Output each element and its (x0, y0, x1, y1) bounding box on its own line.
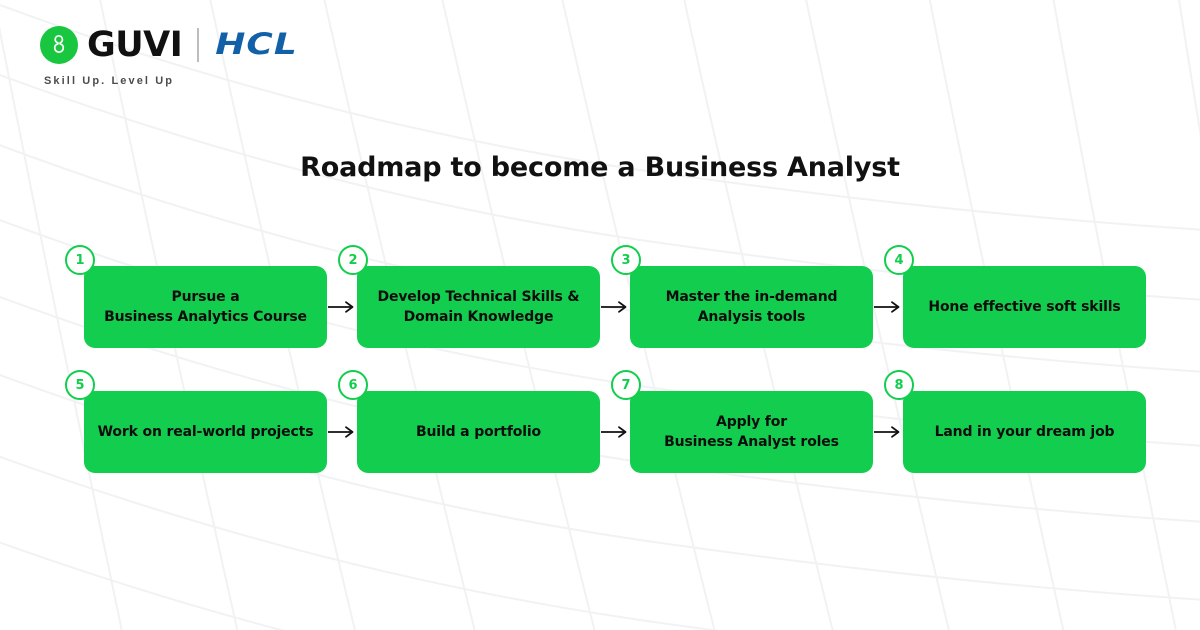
roadmap-step-1[interactable]: Pursue a Business Analytics Course 1 (65, 245, 327, 348)
arrow-right-icon (874, 301, 900, 313)
arrow-right-icon (328, 301, 354, 313)
brand-logo-row: GUVI HCL (40, 22, 298, 68)
step-number-badge: 8 (884, 370, 914, 400)
arrow-right-icon (601, 426, 627, 438)
step-number-badge: 7 (611, 370, 641, 400)
step-label: Apply for Business Analyst roles (664, 413, 839, 450)
roadmap-step-3[interactable]: Master the in-demand Analysis tools 3 (611, 245, 873, 348)
roadmap-step-5[interactable]: Work on real-world projects 5 (65, 370, 327, 473)
step-card[interactable]: Apply for Business Analyst roles (630, 391, 873, 473)
step-card[interactable]: Pursue a Business Analytics Course (84, 266, 327, 348)
step-number-badge: 4 (884, 245, 914, 275)
step-card[interactable]: Work on real-world projects (84, 391, 327, 473)
roadmap-step-2[interactable]: Develop Technical Skills & Domain Knowle… (338, 245, 600, 348)
step-card[interactable]: Hone effective soft skills (903, 266, 1146, 348)
page-title: Roadmap to become a Business Analyst (300, 152, 900, 183)
step-card[interactable]: Build a portfolio (357, 391, 600, 473)
step-label: Land in your dream job (934, 423, 1115, 440)
roadmap-step-8[interactable]: Land in your dream job 8 (884, 370, 1146, 473)
brand-divider (197, 28, 200, 62)
step-number-badge: 1 (65, 245, 95, 275)
arrow-right-icon (874, 426, 900, 438)
step-number-badge: 3 (611, 245, 641, 275)
guvi-wordmark: GUVI (87, 24, 183, 65)
arrow-right-icon (328, 426, 354, 438)
step-label: Master the in-demand Analysis tools (665, 288, 838, 325)
step-number-badge: 6 (338, 370, 368, 400)
roadmap-flow: Pursue a Business Analytics Course 1 Devel… (0, 0, 1200, 630)
brand-header: GUVI HCL Skill Up. Level Up (40, 22, 298, 87)
step-number-badge: 2 (338, 245, 368, 275)
step-label: Hone effective soft skills (928, 298, 1121, 315)
step-card[interactable]: Develop Technical Skills & Domain Knowle… (357, 266, 600, 348)
brand-tagline: Skill Up. Level Up (44, 75, 175, 87)
hcl-wordmark: HCL (215, 27, 298, 62)
step-label: Build a portfolio (415, 423, 542, 440)
arrow-right-icon (601, 301, 627, 313)
roadmap-step-7[interactable]: Apply for Business Analyst roles 7 (611, 370, 873, 473)
guvi-g-icon (40, 26, 78, 64)
step-number-badge: 5 (65, 370, 95, 400)
roadmap-step-6[interactable]: Build a portfolio 6 (338, 370, 600, 473)
step-card[interactable]: Land in your dream job (903, 391, 1146, 473)
step-card[interactable]: Master the in-demand Analysis tools (630, 266, 873, 348)
roadmap-step-4[interactable]: Hone effective soft skills 4 (884, 245, 1146, 348)
step-label: Develop Technical Skills & Domain Knowle… (377, 288, 580, 325)
step-label: Work on real-world projects (97, 423, 314, 440)
step-label: Pursue a Business Analytics Course (104, 288, 307, 325)
